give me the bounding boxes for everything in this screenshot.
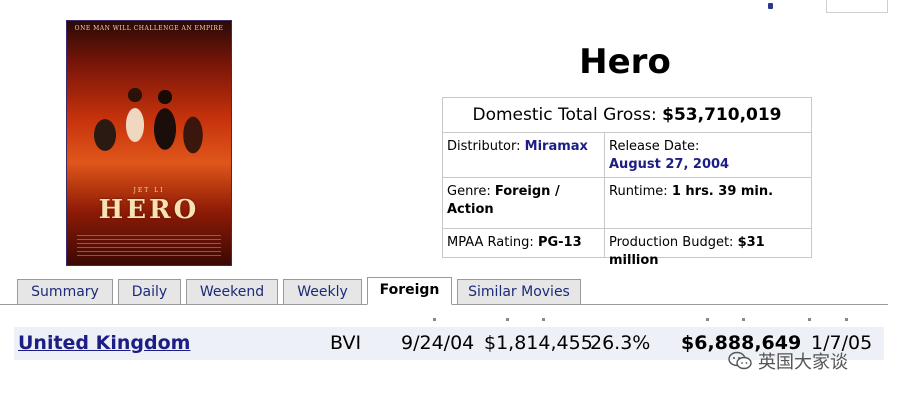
info-row: MPAA Rating: PG-13 Production Budget: $3…: [443, 228, 811, 268]
release-date-link[interactable]: August 27, 2004: [609, 156, 807, 174]
release-cell: Release Date: August 27, 2004: [605, 133, 811, 177]
header-fragment: [706, 318, 709, 321]
rating-value: PG-13: [537, 235, 582, 250]
runtime-cell: Runtime: 1 hrs. 39 min.: [605, 178, 811, 228]
runtime-label: Runtime:: [609, 184, 668, 199]
wechat-icon: [728, 351, 752, 370]
rating-label: MPAA Rating:: [447, 235, 534, 250]
watermark: 英国大家谈: [728, 348, 848, 374]
poster-star: JET LI: [133, 187, 165, 194]
distributor-link[interactable]: Miramax: [525, 139, 588, 154]
opening-gross: $1,814,455: [484, 332, 593, 354]
watermark-text: 英国大家谈: [758, 352, 848, 373]
opening-percent: 26.3%: [590, 332, 651, 354]
header-fragment: [845, 318, 848, 321]
genre-label: Genre:: [447, 184, 491, 199]
gross-value: $53,710,019: [662, 105, 782, 125]
movie-title: Hero: [579, 42, 671, 82]
poster-tagline: ONE MAN WILL CHALLENGE AN EMPIRE: [74, 25, 224, 32]
header-fragment: [506, 318, 509, 321]
tab-summary[interactable]: Summary: [17, 279, 113, 304]
distributor-label: Distributor:: [447, 139, 521, 154]
foreign-distributor: BVI: [330, 332, 362, 354]
header-fragment: [433, 318, 436, 321]
domestic-gross-row: Domestic Total Gross: $53,710,019: [443, 98, 811, 132]
tab-bar: Summary Daily Weekend Weekly Foreign Sim…: [0, 277, 888, 305]
gross-label: Domestic Total Gross:: [472, 105, 657, 125]
genre-cell: Genre: Foreign / Action: [443, 178, 605, 228]
header-fragment: [768, 3, 773, 9]
header-fragment: [808, 318, 811, 321]
country-link[interactable]: United Kingdom: [18, 327, 190, 360]
tab-weekend[interactable]: Weekend: [186, 279, 278, 304]
poster-title: HERO: [98, 195, 200, 225]
budget-cell: Production Budget: $31 million: [605, 229, 811, 268]
release-label: Release Date:: [609, 139, 700, 154]
tab-similar-movies[interactable]: Similar Movies: [457, 279, 581, 304]
runtime-value: 1 hrs. 39 min.: [671, 184, 774, 199]
distributor-cell: Distributor: Miramax: [443, 133, 605, 177]
info-row: Genre: Foreign / Action Runtime: 1 hrs. …: [443, 177, 811, 228]
header-fragment: [542, 318, 545, 321]
tab-daily[interactable]: Daily: [118, 279, 181, 304]
rating-cell: MPAA Rating: PG-13: [443, 229, 605, 257]
movie-poster[interactable]: ONE MAN WILL CHALLENGE AN EMPIRE JET LI …: [66, 20, 232, 266]
foreign-release-date: 9/24/04: [401, 332, 475, 354]
poster-credits: [77, 235, 221, 257]
tab-weekly[interactable]: Weekly: [283, 279, 362, 304]
poster-figures: [75, 65, 225, 185]
tab-foreign[interactable]: Foreign: [367, 277, 452, 305]
header-fragment: [742, 318, 745, 321]
search-box-fragment: [826, 0, 888, 13]
movie-info-table: Domestic Total Gross: $53,710,019 Distri…: [442, 97, 812, 268]
info-row: Distributor: Miramax Release Date: Augus…: [443, 132, 811, 177]
budget-label: Production Budget:: [609, 235, 734, 250]
